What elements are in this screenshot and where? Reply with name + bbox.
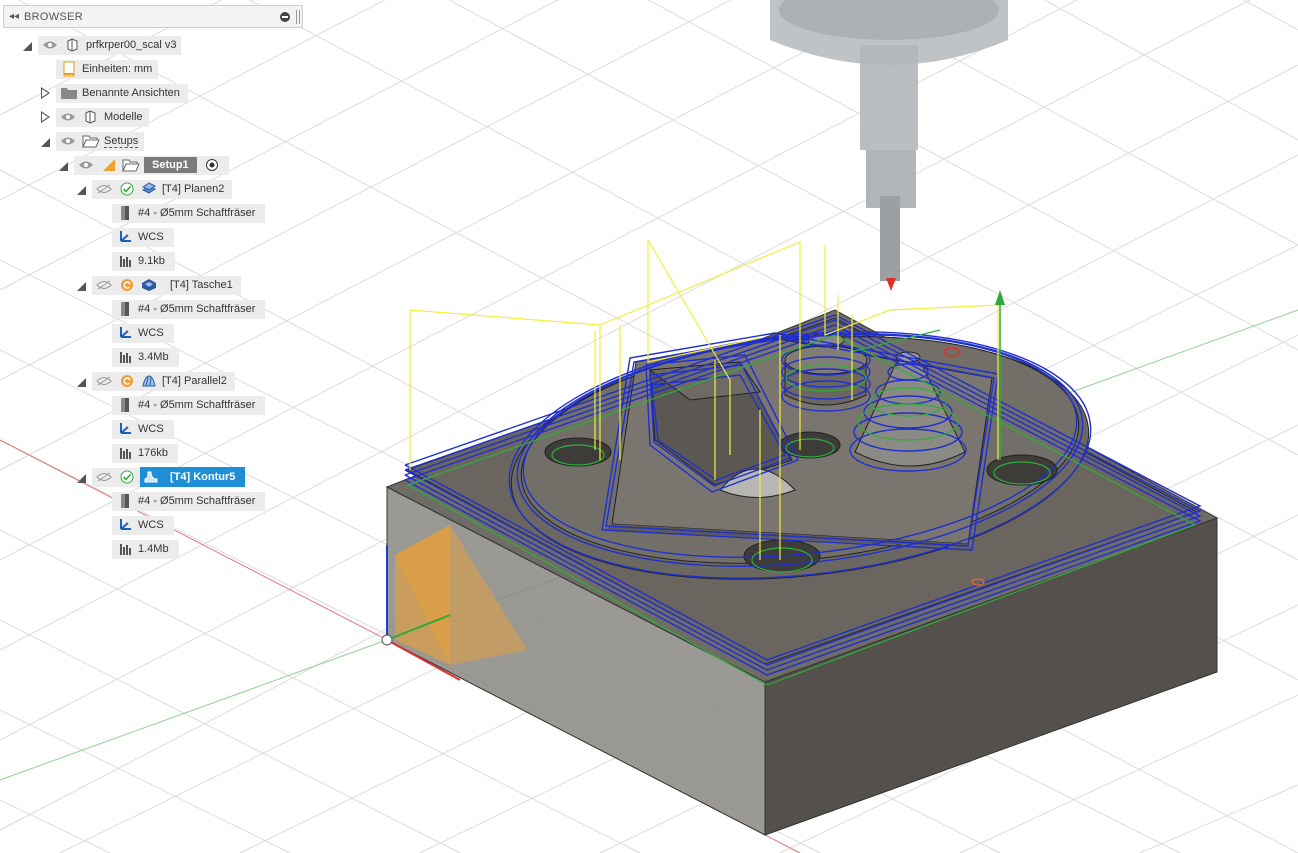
operation-planen2[interactable]: [T4] Planen2 [74, 179, 233, 199]
setup1-label: Setup1 [144, 157, 197, 173]
operation-wcs[interactable]: WCS [112, 515, 174, 535]
expand-toggle-icon[interactable] [74, 278, 88, 292]
browser-header: ◂◂ BROWSER [3, 5, 303, 28]
contour-op-icon [142, 469, 160, 485]
tree-item-named-views[interactable]: Benannte Ansichten [38, 83, 188, 103]
document-icon [60, 61, 78, 77]
toolpath-data-icon [116, 349, 134, 365]
status-regenerate-icon [118, 277, 136, 293]
end-mill-icon [116, 397, 134, 413]
collapse-panel-icon[interactable]: ◂◂ [4, 11, 24, 22]
tool-holder [860, 45, 918, 150]
operation-kontur5[interactable]: [T4] Kontur5 [74, 467, 246, 487]
operation-toolpath-size[interactable]: 1.4Mb [112, 539, 179, 559]
wcs-axes-icon [116, 517, 134, 533]
expand-toggle-icon[interactable] [38, 134, 52, 148]
wcs-axes-icon [116, 229, 134, 245]
end-mill-icon [116, 205, 134, 221]
operation-tool[interactable]: #4 - Ø5mm Schaftfräser [112, 395, 266, 415]
component-icon [82, 109, 100, 125]
expand-toggle-icon[interactable] [38, 86, 52, 100]
expand-toggle-icon[interactable] [74, 470, 88, 484]
hidden-eye-icon[interactable] [96, 280, 112, 290]
operation-parallel2[interactable]: [T4] Parallel2 [74, 371, 235, 391]
wcs-axes-icon [116, 421, 134, 437]
expand-toggle-icon[interactable] [56, 158, 70, 172]
hole-2 [779, 431, 841, 459]
visibility-eye-icon[interactable] [78, 160, 94, 170]
operation-toolpath-size[interactable]: 9.1kb [112, 251, 175, 271]
visibility-eye-icon[interactable] [60, 112, 76, 122]
parallel-op-icon [140, 373, 158, 389]
visibility-eye-icon[interactable] [42, 40, 58, 50]
toolpath-data-icon [116, 253, 134, 269]
status-regenerate-icon [118, 373, 136, 389]
browser-panel: ◂◂ BROWSER prfkrper00_scal v3 Einheiten:… [0, 0, 305, 560]
setup-folder-icon [122, 157, 140, 173]
stock-warning-icon [100, 157, 118, 173]
minimize-icon[interactable] [280, 11, 290, 22]
operation-tool[interactable]: #4 - Ø5mm Schaftfräser [112, 299, 266, 319]
toolpath-data-icon [116, 541, 134, 557]
operation-wcs[interactable]: WCS [112, 323, 174, 343]
toolpath-data-icon [116, 445, 134, 461]
operation-wcs[interactable]: WCS [112, 419, 174, 439]
expand-toggle-icon[interactable] [74, 182, 88, 196]
hole-1 [544, 437, 612, 467]
end-mill-icon [116, 493, 134, 509]
hidden-eye-icon[interactable] [96, 472, 112, 482]
operation-toolpath-size[interactable]: 176kb [112, 443, 178, 463]
operation-tasche1[interactable]: [T4] Tasche1 [74, 275, 241, 295]
expand-toggle-icon[interactable] [38, 110, 52, 124]
component-icon [64, 37, 82, 53]
root-label: prfkrper00_scal v3 [86, 39, 177, 51]
hidden-eye-icon[interactable] [96, 184, 112, 194]
folder-open-icon [82, 133, 100, 149]
expand-toggle-icon[interactable] [74, 374, 88, 388]
operation-wcs[interactable]: WCS [112, 227, 174, 247]
status-ok-icon [118, 469, 136, 485]
operation-toolpath-size[interactable]: 3.4Mb [112, 347, 179, 367]
activate-radio-icon[interactable] [203, 157, 221, 173]
tree-item-setups[interactable]: Setups [38, 131, 145, 151]
face-op-icon [140, 181, 158, 197]
status-ok-icon [118, 181, 136, 197]
tree-root[interactable]: prfkrper00_scal v3 [20, 35, 181, 55]
tree-item-models[interactable]: Modelle [38, 107, 149, 127]
tree-item-setup1[interactable]: Setup1 [56, 155, 229, 175]
wcs-axes-icon [116, 325, 134, 341]
panel-grip-icon[interactable] [296, 9, 300, 24]
operation-tool[interactable]: #4 - Ø5mm Schaftfräser [112, 203, 266, 223]
browser-title: BROWSER [24, 10, 83, 23]
operation-tool[interactable]: #4 - Ø5mm Schaftfräser [112, 491, 266, 511]
tree-item-units[interactable]: Einheiten: mm [56, 59, 159, 79]
end-mill-icon [116, 301, 134, 317]
visibility-eye-icon[interactable] [60, 136, 76, 146]
pocket-op-icon [140, 277, 158, 293]
hidden-eye-icon[interactable] [96, 376, 112, 386]
folder-icon [60, 85, 78, 101]
selected-operation-label[interactable]: [T4] Kontur5 [140, 467, 246, 487]
expand-toggle-icon[interactable] [20, 38, 34, 52]
end-mill [880, 196, 900, 281]
